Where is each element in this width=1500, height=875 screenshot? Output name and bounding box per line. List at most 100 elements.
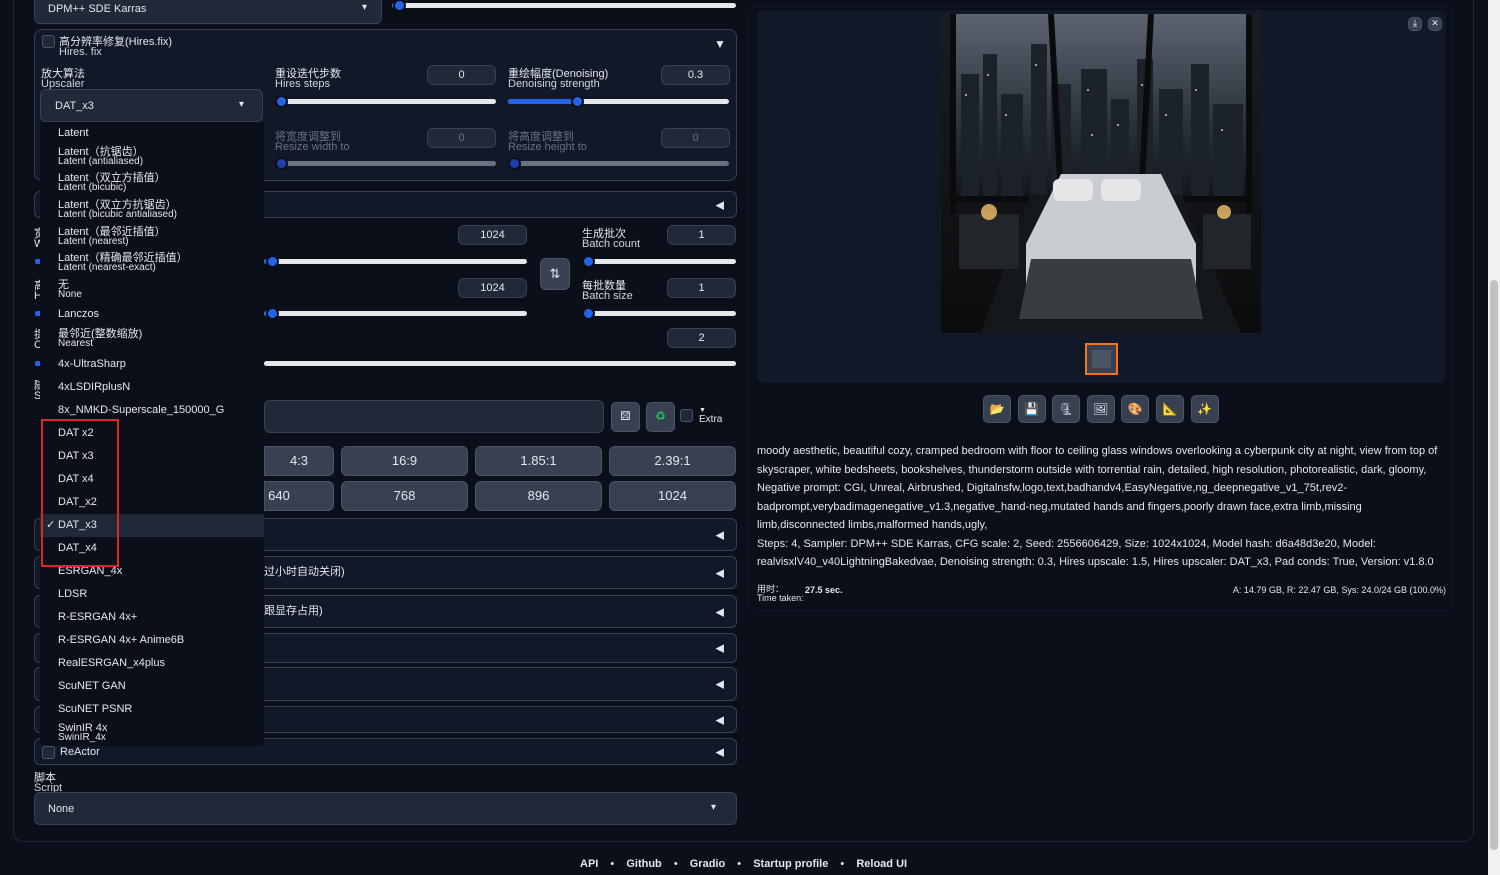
width-slider[interactable] [264, 255, 527, 268]
denoise-input[interactable]: 0.3 [661, 65, 730, 85]
output-tool-button[interactable]: 📐 [1156, 395, 1184, 423]
sampling-steps-slider[interactable] [392, 0, 736, 12]
denoise-slider[interactable] [508, 95, 729, 108]
size-button-1024[interactable]: 1024 [609, 481, 736, 511]
prompt-text: moody aesthetic, beautiful cozy, cramped… [757, 445, 1438, 476]
upscaler-option[interactable]: R-ESRGAN 4x+ [58, 612, 137, 623]
upscaler-option-sublabel: SwinIR_4x [58, 732, 106, 743]
upscaler-option[interactable]: ESRGAN_4x [58, 566, 122, 577]
footer-link-reload-ui[interactable]: Reload UI [856, 858, 907, 870]
output-tool-button[interactable]: 🗜 [1052, 395, 1081, 423]
upscaler-option[interactable]: Latent（最邻近插值） Latent (nearest) [58, 227, 166, 247]
resize-width-input[interactable]: 0 [427, 128, 496, 148]
size-button-768[interactable]: 768 [341, 481, 468, 511]
upscaler-option[interactable]: Lanczos [58, 309, 99, 320]
batch-size-input[interactable]: 1 [667, 278, 736, 298]
generation-info: moody aesthetic, beautiful cozy, cramped… [757, 442, 1449, 572]
script-value: None [48, 803, 75, 815]
random-seed-button[interactable]: ⚄ [611, 402, 640, 432]
upscaler-option[interactable]: Latent（抗锯齿） Latent (antialiased) [58, 147, 144, 167]
upscaler-option-label: RealESRGAN_x4plus [58, 657, 165, 669]
hires-fix-checkbox[interactable] [42, 35, 55, 48]
seed-input[interactable] [264, 400, 604, 433]
output-tool-button[interactable]: ✨ [1190, 395, 1219, 423]
batch-size-slider[interactable] [582, 307, 736, 320]
sampler-select[interactable]: DPM++ SDE Karras ▾ [34, 0, 382, 24]
batch-count-input[interactable]: 1 [667, 225, 736, 245]
upscaler-select[interactable]: DAT_x3 ▾ [40, 89, 263, 122]
ratio-button-16-9[interactable]: 16:9 [341, 446, 468, 476]
upscaler-option-sublabel: None [58, 289, 82, 300]
resize-height-input[interactable]: 0 [661, 128, 730, 148]
upscaler-option-sublabel: Latent (bicubic) [58, 182, 127, 193]
close-gallery-button[interactable]: ✕ [1428, 17, 1442, 31]
resize-height-slider[interactable] [508, 157, 729, 170]
scrollbar-thumb[interactable] [1490, 280, 1498, 850]
resize-width-slider[interactable] [275, 157, 496, 170]
upscaler-option[interactable]: 4x-UltraSharp [58, 358, 126, 370]
upscaler-option[interactable]: Latent [58, 128, 89, 139]
footer-link-api[interactable]: API [580, 858, 598, 870]
width-input[interactable]: 1024 [458, 225, 527, 245]
hires-collapse-icon[interactable]: ▼ [714, 37, 726, 51]
output-tool-button[interactable]: 🎨 [1121, 395, 1150, 423]
upscaler-option[interactable]: Latent（精确最邻近插值） Latent (nearest-exact) [58, 253, 188, 273]
footer-link-startup-profile[interactable]: Startup profile [753, 858, 828, 870]
chevron-down-icon: ▾ [710, 802, 716, 813]
size-button-896[interactable]: 896 [475, 481, 602, 511]
memory-usage: A: 14.79 GB, R: 22.47 GB, Sys: 24.0/24 G… [1232, 585, 1446, 595]
height-input[interactable]: 1024 [458, 278, 527, 298]
footer-link-github[interactable]: Github [626, 858, 661, 870]
cfg-scale-slider[interactable] [264, 361, 736, 366]
output-tool-button[interactable]: 🖼 [1086, 395, 1115, 423]
batch-count-slider[interactable] [582, 255, 736, 268]
cfg-scale-input[interactable]: 2 [667, 328, 736, 348]
hires-steps-slider[interactable] [275, 95, 496, 108]
upscaler-option[interactable]: ScuNET GAN [58, 680, 126, 692]
send-to-extras-icon: 📐 [1162, 402, 1178, 416]
upscaler-option[interactable]: R-ESRGAN 4x+ Anime6B [58, 635, 184, 646]
chevron-down-icon: ▾ [361, 2, 367, 13]
upscaler-option[interactable]: 最邻近(整数缩放) Nearest [58, 329, 142, 349]
download-button[interactable]: ⤓ [1408, 17, 1422, 31]
ratio-button-4-3[interactable]: 4:3 [264, 446, 334, 476]
ratio-button-2-39[interactable]: 2.39:1 [609, 446, 736, 476]
script-select[interactable]: None ▾ [34, 792, 737, 825]
size-button-640[interactable]: 640 [264, 481, 334, 511]
upscaler-option-label: LDSR [58, 588, 88, 600]
collapse-arrow-icon: ◀ [715, 199, 724, 211]
upscaler-option[interactable]: LDSR [58, 588, 88, 600]
generation-params-text: Steps: 4, Sampler: DPM++ SDE Karras, CFG… [757, 537, 1434, 569]
swap-dimensions-button[interactable]: ⇅ [540, 258, 570, 290]
upscaler-option-label: ScuNET GAN [58, 680, 126, 692]
save-icon: 💾 [1024, 402, 1040, 416]
output-tool-button[interactable]: 💾 [1017, 395, 1046, 423]
height-slider[interactable] [264, 307, 527, 320]
script-label: 脚本 Script [34, 772, 63, 794]
collapse-arrow-icon: ◀ [715, 567, 724, 579]
footer-link-gradio[interactable]: Gradio [690, 858, 725, 870]
hires-steps-input[interactable]: 0 [427, 65, 496, 85]
upscaler-option[interactable]: 无 None [58, 280, 82, 300]
chevron-down-icon: ▾ [238, 99, 244, 110]
gallery-thumbnail[interactable] [1085, 343, 1118, 375]
extra-seed-checkbox[interactable] [680, 409, 693, 422]
upscaler-option[interactable]: 8x_NMKD-Superscale_150000_G [58, 405, 224, 416]
output-tool-button[interactable]: 📂 [983, 395, 1011, 423]
upscaler-label: 放大算法 Upscaler [41, 68, 85, 90]
recycle-icon: ♻ [655, 409, 666, 423]
upscaler-option[interactable]: Latent（双立方插值） Latent (bicubic) [58, 173, 166, 193]
upscaler-option[interactable]: SwinIR 4x SwinIR_4x [58, 723, 108, 743]
upscaler-option-label: 4x-UltraSharp [58, 358, 126, 370]
upscaler-option[interactable]: ScuNET PSNR [58, 704, 132, 715]
ratio-button-1-85[interactable]: 1.85:1 [475, 446, 602, 476]
swap-icon: ⇅ [549, 266, 561, 281]
reactor-checkbox[interactable] [42, 746, 55, 759]
reuse-seed-button[interactable]: ♻ [646, 402, 675, 432]
upscaler-option[interactable]: 4xLSDIRplusN [58, 382, 130, 393]
upscaler-option[interactable]: Latent（双立方抗锯齿） Latent (bicubic antialiase… [58, 200, 177, 220]
accordion-title: 跟显存占用) [264, 605, 323, 617]
footer-separator: • [673, 858, 678, 870]
generated-image[interactable] [941, 14, 1261, 333]
upscaler-option[interactable]: RealESRGAN_x4plus [58, 657, 165, 669]
